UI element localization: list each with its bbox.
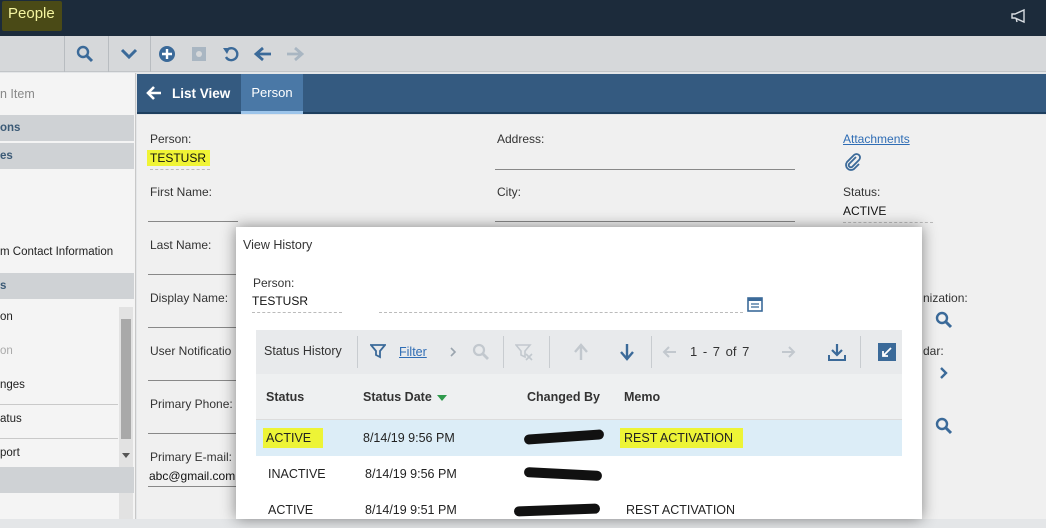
status-label: Status: (843, 185, 881, 199)
person-label: Person: (150, 132, 192, 146)
row-memo: REST ACTIVATION (626, 503, 736, 517)
table-row[interactable]: ACTIVE 8/14/19 9:56 PM REST ACTIVATION (256, 420, 902, 456)
table-row[interactable]: INACTIVE 8/14/19 9:56 PM (256, 456, 902, 492)
left-sidebar: n Item ons es m Contact Information s on… (0, 73, 136, 519)
sidebar-item[interactable]: on (0, 311, 134, 327)
user-notification-label: User Notificatio (150, 344, 232, 358)
chevron-right-icon[interactable] (939, 366, 949, 380)
calendar-label: dar: (923, 344, 944, 358)
status-value: ACTIVE (843, 204, 887, 218)
tab-person[interactable]: Person (241, 74, 303, 114)
user-notification-field[interactable] (148, 380, 238, 381)
sidebar-scrollbar-thumb[interactable] (121, 319, 131, 439)
column-status[interactable]: Status (266, 390, 304, 404)
person-value: TESTUSR (147, 150, 211, 166)
plus-circle-icon[interactable] (156, 44, 178, 64)
sidebar-section-header[interactable]: s (0, 273, 134, 299)
redaction (523, 429, 605, 445)
sidebar-section-header[interactable]: es (0, 143, 134, 169)
redaction (513, 503, 601, 517)
main-toolbar (0, 36, 1046, 72)
sidebar-item[interactable]: atus (0, 413, 134, 429)
arrow-left-icon (146, 86, 161, 100)
paperclip-icon[interactable] (843, 152, 863, 172)
dialog-title: View History (243, 238, 313, 252)
sidebar-item[interactable]: port (0, 447, 134, 463)
organization-label: nization: (923, 291, 968, 305)
row-status: ACTIVE (263, 428, 324, 448)
top-bar: People (0, 0, 1046, 36)
next-page-icon (781, 344, 797, 360)
column-memo[interactable]: Memo (624, 390, 660, 404)
app-title: People (2, 1, 62, 31)
table-row[interactable]: ACTIVE 8/14/19 9:51 PM REST ACTIVATION (256, 492, 902, 528)
tab-list-view-label: List View (172, 85, 231, 101)
primary-email-label: Primary E-mail: (150, 450, 233, 464)
pagination-text: 1 - 7 of 7 (690, 344, 750, 359)
first-name-field[interactable] (148, 221, 238, 222)
sidebar-section-header (0, 467, 134, 493)
dialog-person-value: TESTUSR (252, 294, 309, 308)
tab-list-view[interactable]: List View (145, 74, 230, 112)
arrow-right-icon (284, 44, 306, 64)
column-changed-by[interactable]: Changed By (527, 390, 600, 404)
save-icon (188, 44, 210, 64)
row-status-date: 8/14/19 9:56 PM (365, 467, 457, 481)
previous-page-icon (661, 344, 677, 360)
status-history-toolbar: Status History Filter 1 - 7 of 7 (256, 330, 902, 374)
status-history-title: Status History (264, 344, 342, 358)
last-name-field[interactable] (148, 274, 238, 275)
sort-up-icon (572, 342, 590, 362)
chevron-down-icon[interactable] (118, 44, 140, 64)
city-field[interactable] (495, 221, 795, 222)
last-name-label: Last Name: (150, 238, 212, 252)
address-label: Address: (497, 132, 545, 146)
row-status: INACTIVE (268, 467, 326, 481)
sidebar-section-header[interactable]: ons (0, 115, 134, 141)
row-status-date: 8/14/19 9:56 PM (363, 431, 455, 445)
sidebar-item[interactable]: n Item (0, 87, 134, 103)
column-status-date[interactable]: Status Date (363, 390, 448, 404)
search-icon[interactable] (74, 44, 96, 64)
calendar-icon[interactable] (747, 297, 763, 312)
row-status: ACTIVE (268, 503, 314, 517)
row-memo: REST ACTIVATION (620, 428, 744, 448)
tab-bar: List View Person (137, 74, 1046, 114)
scroll-down-icon[interactable] (121, 449, 131, 458)
first-name-label: First Name: (150, 185, 213, 199)
dialog-person-label: Person: (253, 276, 295, 290)
row-status-date: 8/14/19 9:51 PM (365, 503, 457, 517)
column-status-date-label: Status Date (363, 390, 432, 404)
download-icon[interactable] (827, 342, 847, 362)
megaphone-icon[interactable] (1010, 8, 1030, 24)
collapse-icon[interactable] (878, 343, 896, 361)
clear-filter-icon (514, 343, 533, 361)
search-icon[interactable] (934, 416, 954, 436)
status-history-header: Status Status Date Changed By Memo (256, 374, 902, 420)
filter-link[interactable]: Filter (399, 345, 427, 359)
city-label: City: (497, 185, 521, 199)
search-icon[interactable] (934, 310, 954, 330)
sidebar-item: on (0, 345, 13, 357)
primary-phone-field[interactable] (148, 433, 238, 434)
sidebar-item[interactable]: nges (0, 379, 134, 395)
undo-icon[interactable] (220, 44, 242, 64)
primary-phone-label: Primary Phone: (150, 397, 233, 411)
display-name-label: Display Name: (150, 291, 229, 305)
redaction (523, 466, 603, 482)
filter-icon[interactable] (369, 343, 387, 359)
sort-down-icon[interactable] (618, 342, 636, 362)
arrow-left-icon[interactable] (252, 44, 274, 64)
search-icon (471, 342, 491, 362)
sidebar-item[interactable]: m Contact Information (0, 246, 134, 262)
address-field[interactable] (495, 169, 795, 170)
view-history-dialog: View History Person: TESTUSR Status Hist… (236, 227, 922, 519)
display-name-field[interactable] (148, 327, 238, 328)
attachments-link[interactable]: Attachments (843, 132, 910, 146)
chevron-right-icon (449, 346, 457, 358)
sort-desc-icon (437, 394, 448, 401)
primary-email-value[interactable]: abc@gmail.com (149, 469, 235, 483)
